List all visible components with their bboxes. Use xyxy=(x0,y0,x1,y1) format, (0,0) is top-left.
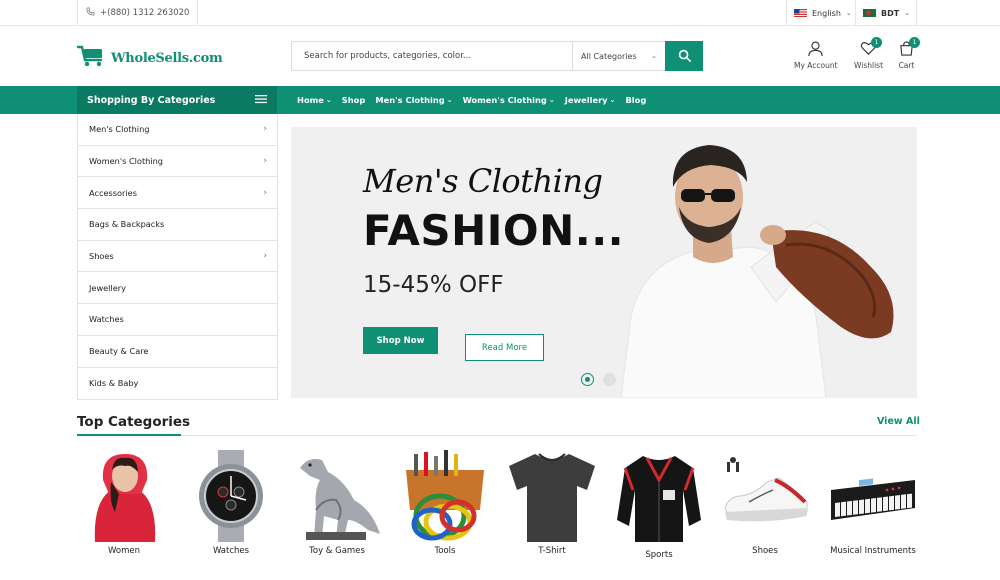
hero-offer: 15-45% OFF xyxy=(363,272,504,298)
nav-item-womens-clothing[interactable]: Women's Clothing ⌄ xyxy=(463,95,555,105)
chevron-right-icon: › xyxy=(263,156,267,167)
search-bar: All Categories ⌄ xyxy=(291,41,703,71)
nav-item-shop[interactable]: Shop xyxy=(342,95,366,105)
category-card-shoes[interactable]: Shoes xyxy=(715,450,815,556)
sidebar-item-jewellery[interactable]: Jewellery xyxy=(78,272,277,305)
sidebar-item-womens-clothing[interactable]: Women's Clothing › xyxy=(78,146,277,178)
site-logo[interactable]: WholeSells.com xyxy=(76,44,223,72)
category-card-sports[interactable]: Sports xyxy=(609,450,709,560)
bd-flag-icon xyxy=(863,9,876,17)
view-all-link[interactable]: View All xyxy=(877,416,920,427)
hero-headline: FASHION... xyxy=(363,206,625,255)
sidebar-item-accessories[interactable]: Accessories › xyxy=(78,177,277,210)
main-navbar: Shopping By Categories Home ⌄ Shop Men's … xyxy=(0,86,1000,114)
shoes-image xyxy=(724,457,808,522)
my-account-link[interactable]: My Account xyxy=(794,40,838,70)
category-card-watches[interactable]: Watches xyxy=(181,450,281,556)
category-select[interactable]: All Categories ⌄ xyxy=(572,42,665,70)
top-categories-title: Top Categories xyxy=(77,414,191,430)
wishlist-count-badge: 1 xyxy=(871,37,882,48)
chevron-right-icon: › xyxy=(263,187,267,198)
category-card-tshirt[interactable]: T-Shirt xyxy=(502,450,602,556)
search-icon xyxy=(678,47,691,66)
chevron-down-icon: ⌄ xyxy=(446,96,453,104)
search-input[interactable] xyxy=(292,42,572,70)
watches-image xyxy=(199,450,263,542)
heart-icon: 1 xyxy=(860,37,882,59)
chevron-right-icon: › xyxy=(263,251,267,262)
slider-dot-active[interactable] xyxy=(581,373,594,386)
chevron-down-icon: ⌄ xyxy=(651,52,657,60)
category-card-women[interactable]: Women xyxy=(74,450,174,556)
chevron-down-icon: ⌄ xyxy=(325,96,332,104)
category-card-musical-instruments[interactable]: Musical Instruments xyxy=(823,450,923,556)
us-flag-icon xyxy=(794,9,807,17)
user-icon xyxy=(807,40,824,59)
nav-item-home[interactable]: Home ⌄ xyxy=(297,95,332,105)
cart-logo-icon xyxy=(76,44,107,72)
nav-item-jewellery[interactable]: Jewellery ⌄ xyxy=(565,95,616,105)
chevron-down-icon: ⌄ xyxy=(845,9,852,17)
sports-jacket-image xyxy=(617,456,701,542)
language-selector[interactable]: English ⌄ xyxy=(786,0,859,26)
cart-link[interactable]: 1 Cart xyxy=(898,37,920,70)
category-card-tools[interactable]: Tools xyxy=(395,450,495,556)
sidebar-item-watches[interactable]: Watches xyxy=(78,304,277,336)
category-card-toy-games[interactable]: Toy & Games xyxy=(287,450,387,556)
chevron-down-icon: ⌄ xyxy=(609,96,616,104)
category-sidebar: Men's Clothing › Women's Clothing › Access… xyxy=(77,114,278,400)
shop-now-button[interactable]: Shop Now xyxy=(363,327,438,354)
cart-icon: 1 xyxy=(898,37,920,59)
keyboard-image xyxy=(831,478,915,520)
wishlist-link[interactable]: 1 Wishlist xyxy=(854,37,883,70)
hero-banner: Men's Clothing FASHION... 15-45% OFF Sho… xyxy=(291,127,917,398)
chevron-down-icon: ⌄ xyxy=(548,96,555,104)
sidebar-item-kids-baby[interactable]: Kids & Baby xyxy=(78,368,277,400)
nav-item-blog[interactable]: Blog xyxy=(625,95,646,105)
currency-selector[interactable]: BDT ⌄ xyxy=(855,0,917,26)
phone-icon xyxy=(86,7,95,19)
search-button[interactable] xyxy=(665,41,703,71)
tools-image xyxy=(406,450,484,541)
chevron-down-icon: ⌄ xyxy=(904,9,911,17)
read-more-button[interactable]: Read More xyxy=(465,334,544,361)
sidebar-item-beauty-care[interactable]: Beauty & Care xyxy=(78,336,277,368)
sidebar-item-mens-clothing[interactable]: Men's Clothing › xyxy=(78,114,277,146)
hamburger-icon xyxy=(255,94,267,107)
section-divider xyxy=(77,435,917,436)
hero-script-title: Men's Clothing xyxy=(363,162,603,200)
dinosaur-toy-image xyxy=(300,459,380,540)
sidebar-item-bags-backpacks[interactable]: Bags & Backpacks xyxy=(78,209,277,241)
phone-number: +(880) 1312 263020 xyxy=(77,0,199,26)
women-image xyxy=(94,454,156,542)
chevron-right-icon: › xyxy=(263,124,267,135)
top-bar: +(880) 1312 263020 English ⌄ BDT ⌄ xyxy=(0,0,1000,26)
section-underline xyxy=(77,434,181,436)
tshirt-image xyxy=(509,453,595,542)
categories-toggle[interactable]: Shopping By Categories xyxy=(77,86,277,114)
slider-dot[interactable] xyxy=(603,373,616,386)
nav-menu: Home ⌄ Shop Men's Clothing ⌄ Women's Cloth… xyxy=(297,86,646,114)
top-categories-grid: Women Watches Toy & Games Tools T-Shirt … xyxy=(77,450,925,580)
cart-count-badge: 1 xyxy=(909,37,920,48)
nav-item-mens-clothing[interactable]: Men's Clothing ⌄ xyxy=(375,95,452,105)
sidebar-item-shoes[interactable]: Shoes › xyxy=(78,241,277,273)
hero-model-image xyxy=(620,145,894,398)
